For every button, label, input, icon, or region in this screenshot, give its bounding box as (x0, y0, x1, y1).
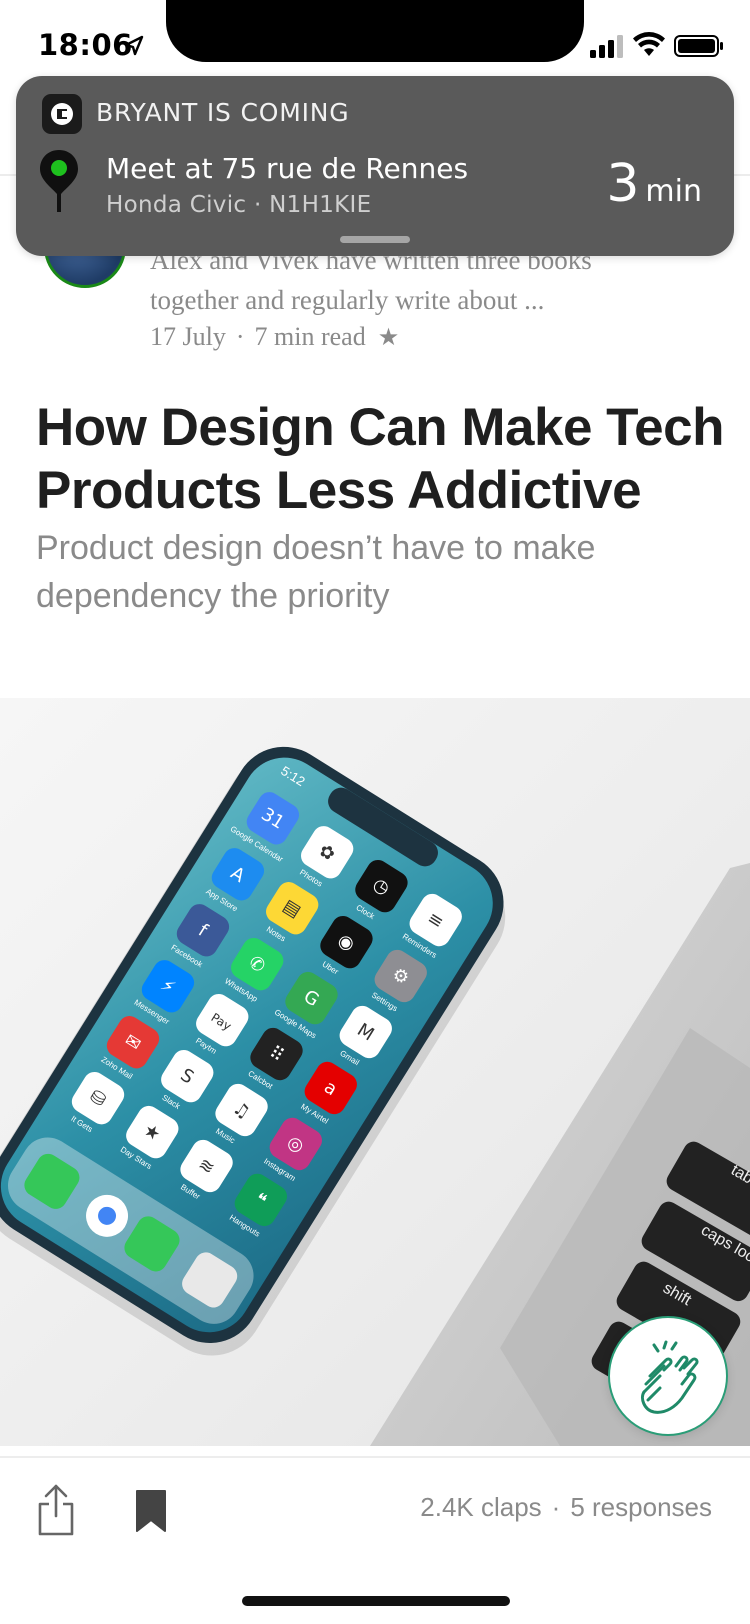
meta-separator: · (235, 322, 245, 351)
author-snippet-line-2: together and regularly write about ... (150, 285, 545, 315)
bookmark-icon[interactable] (134, 1488, 168, 1534)
battery-icon (674, 35, 723, 57)
uber-app-icon (42, 94, 82, 134)
notification-title: BRYANT IS COMING (96, 98, 350, 127)
engagement-stats: 2.4K claps · 5 responses (420, 1492, 712, 1523)
home-indicator[interactable] (242, 1596, 510, 1606)
article-title: How Design Can Make Tech Products Less A… (36, 398, 724, 520)
article-meta: 17 July · 7 min read ★ (150, 322, 399, 352)
publish-date: 17 July (150, 322, 226, 351)
clap-button[interactable] (608, 1316, 728, 1436)
notification-drag-handle[interactable] (340, 236, 410, 243)
location-arrow-icon (124, 35, 144, 56)
article-subtitle: Product design doesn’t have to make depe… (36, 529, 596, 615)
claps-count[interactable]: 2.4K claps (420, 1492, 541, 1522)
read-time: 7 min read (254, 322, 366, 351)
responses-link[interactable]: 5 responses (570, 1492, 712, 1522)
member-star-icon: ★ (377, 325, 400, 351)
pickup-location: Meet at 75 rue de Rennes (106, 152, 469, 185)
vehicle-info: Honda Civic · N1H1KIE (106, 192, 372, 218)
eta-display: 3 min (606, 154, 702, 214)
status-time: 18:06 (38, 28, 133, 62)
phone: 5:12 31Google Calendar ✿Photos ◷Clock ≡Remi… (0, 746, 504, 1343)
cellular-signal-icon (590, 35, 623, 58)
status-bar: 18:06 (0, 0, 750, 88)
uber-notification-banner[interactable]: BRYANT IS COMING Meet at 75 rue de Renne… (16, 76, 734, 256)
clap-icon (640, 1340, 699, 1414)
share-icon[interactable] (34, 1482, 78, 1538)
eta-unit: min (645, 174, 702, 209)
stats-separator: · (551, 1492, 561, 1522)
device-notch (166, 0, 584, 62)
wifi-icon (633, 32, 665, 56)
eta-value: 3 (606, 154, 640, 214)
map-pin-icon (40, 150, 78, 212)
